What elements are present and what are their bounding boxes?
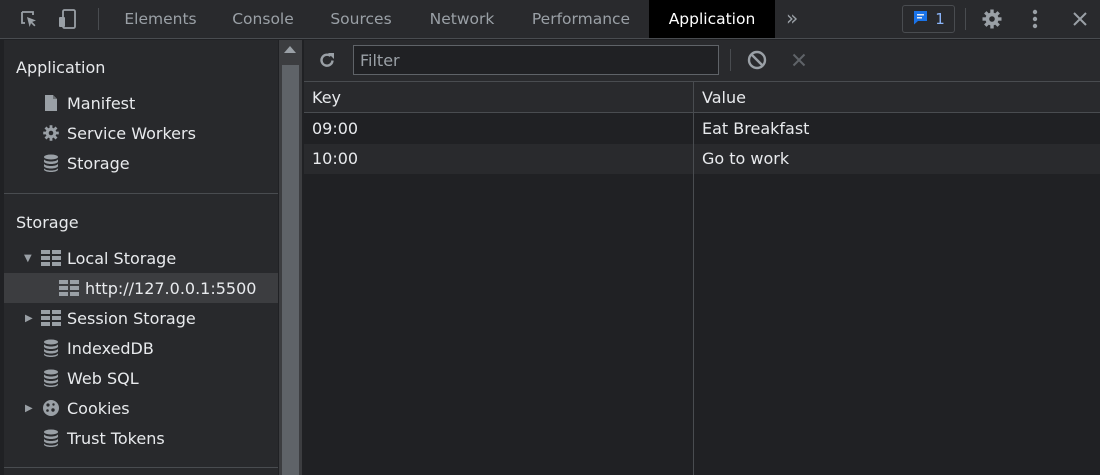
storage-table: Key Value 09:00 Eat Breakfast 10:00 Go t…: [304, 82, 1100, 475]
tab-elements[interactable]: Elements: [110, 0, 211, 38]
section-title-application: Application: [16, 58, 106, 77]
expand-arrow-right-icon[interactable]: ▶: [25, 313, 33, 324]
sidebar-item-web-sql[interactable]: Web SQL: [4, 363, 278, 393]
toolbar-separator: [730, 49, 731, 71]
sidebar-item-label: Session Storage: [67, 308, 196, 328]
grid-icon: [58, 278, 80, 298]
grid-icon: [40, 308, 62, 328]
close-icon[interactable]: [1068, 0, 1092, 38]
cell-value: Eat Breakfast: [702, 119, 810, 138]
sidebar-item-label: http://127.0.0.1:5500: [85, 278, 257, 298]
column-header-key[interactable]: Key: [304, 82, 693, 113]
scrollbar-thumb[interactable]: [282, 65, 299, 475]
toolbar-separator: [965, 8, 966, 30]
gear-icon[interactable]: [979, 0, 1005, 38]
sidebar-item-label: IndexedDB: [67, 338, 154, 358]
sidebar-item-label: Service Workers: [67, 123, 196, 143]
delete-selected-icon[interactable]: [788, 40, 810, 80]
sidebar-divider: [4, 193, 278, 194]
sidebar-item-label: Storage: [67, 153, 130, 173]
cell-key: 10:00: [312, 149, 359, 168]
sidebar-item-trust-tokens[interactable]: Trust Tokens: [4, 423, 278, 453]
sidebar-item-local-storage[interactable]: ▼ Local Storage: [4, 243, 278, 273]
application-sidebar: Application Manifest Service Workers Sto…: [4, 40, 278, 475]
table-row[interactable]: 09:00 Eat Breakfast: [304, 114, 1100, 144]
sidebar-item-label: Local Storage: [67, 248, 177, 268]
column-divider[interactable]: [693, 82, 694, 475]
sidebar-item-manifest[interactable]: Manifest: [4, 88, 278, 118]
cookie-icon: [40, 398, 62, 418]
devtools-toolbar: Elements Console Sources Network Perform…: [0, 0, 1100, 39]
sidebar-item-cookies[interactable]: ▶ Cookies: [4, 393, 278, 423]
cell-value: Go to work: [702, 149, 790, 168]
storage-toolbar: [304, 40, 1100, 82]
device-toggle-icon[interactable]: [55, 0, 81, 38]
tab-sources[interactable]: Sources: [316, 0, 406, 38]
grid-icon: [40, 248, 62, 268]
expand-arrow-down-icon[interactable]: ▼: [24, 253, 32, 264]
database-icon: [40, 338, 62, 358]
sidebar-item-session-storage[interactable]: ▶ Session Storage: [4, 303, 278, 333]
local-storage-panel: Key Value 09:00 Eat Breakfast 10:00 Go t…: [304, 40, 1100, 475]
tab-performance[interactable]: Performance: [518, 0, 644, 38]
sidebar-item-local-origin[interactable]: http://127.0.0.1:5500: [4, 273, 278, 303]
filter-input[interactable]: [353, 45, 719, 75]
database-icon: [40, 368, 62, 388]
sidebar-divider: [4, 467, 278, 468]
sidebar-scrollbar[interactable]: [279, 40, 302, 475]
tab-network[interactable]: Network: [414, 0, 510, 38]
sidebar-item-label: Trust Tokens: [67, 428, 165, 448]
sidebar-item-indexeddb[interactable]: IndexedDB: [4, 333, 278, 363]
issues-button[interactable]: 1: [902, 5, 955, 33]
kebab-menu-icon[interactable]: [1024, 0, 1046, 38]
sidebar-item-label: Web SQL: [67, 368, 139, 388]
sidebar-item-service-workers[interactable]: Service Workers: [4, 118, 278, 148]
scroll-up-arrow-icon[interactable]: [284, 46, 296, 53]
issues-count: 1: [935, 10, 945, 28]
inspect-element-icon[interactable]: [16, 0, 42, 38]
clear-all-icon[interactable]: [745, 40, 769, 80]
more-tabs-button[interactable]: »: [786, 0, 798, 38]
column-header-value[interactable]: Value: [694, 82, 1100, 113]
gear-icon: [40, 123, 62, 143]
section-title-storage: Storage: [16, 213, 79, 232]
database-icon: [40, 153, 62, 173]
table-row[interactable]: 10:00 Go to work: [304, 144, 1100, 174]
expand-arrow-right-icon[interactable]: ▶: [25, 403, 33, 414]
sidebar-item-label: Cookies: [67, 398, 130, 418]
tab-console[interactable]: Console: [218, 0, 308, 38]
cell-key: 09:00: [312, 119, 359, 138]
database-icon: [40, 428, 62, 448]
issues-chat-icon: [912, 9, 929, 30]
tab-application[interactable]: Application: [649, 0, 775, 38]
sidebar-item-storage[interactable]: Storage: [4, 148, 278, 178]
refresh-icon[interactable]: [316, 40, 338, 80]
sidebar-item-label: Manifest: [67, 93, 136, 113]
toolbar-separator: [98, 8, 99, 30]
file-icon: [40, 93, 62, 113]
